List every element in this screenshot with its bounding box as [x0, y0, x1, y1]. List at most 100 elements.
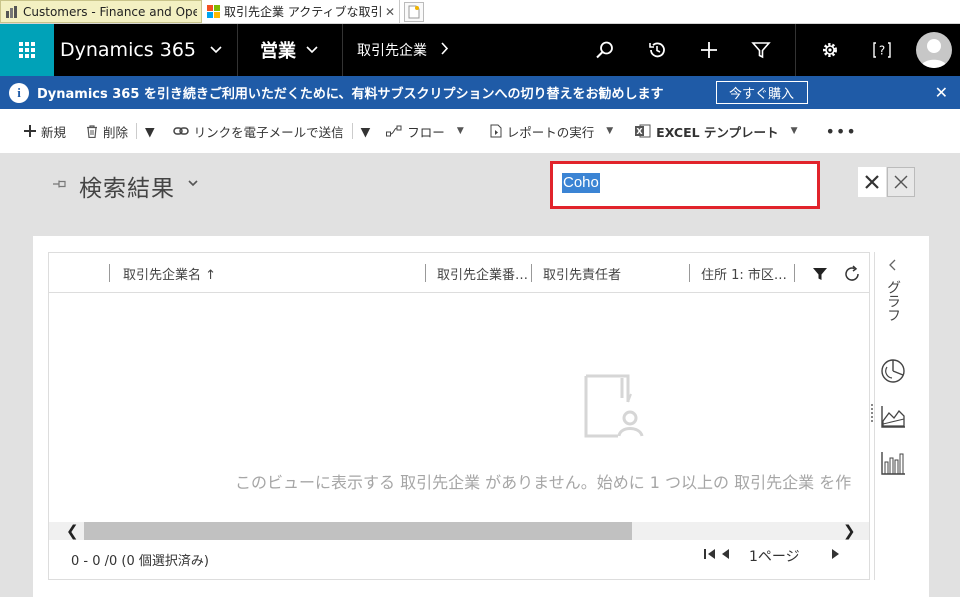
settings-button[interactable]	[804, 24, 856, 76]
expand-chart-pane-button[interactable]	[875, 258, 911, 272]
close-tab-icon[interactable]: ✕	[385, 5, 395, 19]
refresh-button[interactable]	[841, 263, 863, 285]
chart-pane-label: グラフ	[885, 280, 901, 322]
excel-icon: X	[635, 124, 651, 138]
search-icon	[596, 41, 613, 59]
pie-chart-button[interactable]	[875, 358, 911, 384]
page-title[interactable]: 検索結果	[79, 169, 175, 203]
run-report-button[interactable]: レポートの実行 ▼	[490, 109, 613, 153]
horizontal-scrollbar[interactable]: ❮ ❯	[49, 522, 869, 540]
column-header-account-number[interactable]: 取引先企業番…	[437, 263, 528, 283]
microsoft-logo-icon	[206, 5, 220, 19]
chevron-down-icon[interactable]: ▼	[361, 124, 371, 139]
app-brand-menu[interactable]: Dynamics 365	[54, 24, 238, 76]
chevron-left-icon	[889, 259, 896, 271]
pin-icon[interactable]	[52, 178, 68, 192]
delete-label: 削除	[103, 124, 129, 140]
page-number: 1ページ	[749, 549, 800, 565]
advanced-find-button[interactable]	[735, 24, 787, 76]
filter-toggle-button[interactable]	[809, 263, 831, 285]
new-tab-button[interactable]	[404, 2, 424, 22]
excel-templates-button[interactable]: X EXCEL テンプレート ▼	[635, 109, 797, 153]
command-bar: 新規 削除 ▼ リンクを電子メールで送信 ▼ フロー ▼ レポートの実行 ▼ X…	[0, 109, 960, 153]
close-search-button[interactable]	[887, 167, 915, 197]
more-commands-button[interactable]: •••	[825, 122, 856, 141]
records-grid: 取引先企業名 ↑ 取引先企業番… 取引先責任者 住所 1: 市区… このビューに…	[48, 252, 870, 580]
plus-icon	[24, 125, 36, 137]
browser-tab-strip: Customers - Finance and Oper... 取引先企業 アク…	[0, 0, 960, 24]
scroll-left-icon[interactable]: ❮	[66, 522, 79, 540]
email-link-button[interactable]: リンクを電子メールで送信	[172, 109, 344, 153]
app-launcher-button[interactable]	[0, 24, 54, 76]
flow-icon	[386, 125, 402, 137]
column-divider	[794, 264, 795, 282]
pagination: 1ページ	[703, 546, 844, 566]
record-count-status: 0 - 0 /0 (0 個選択済み)	[71, 554, 209, 569]
browser-tab-title: 取引先企業 アクティブな取引...	[224, 5, 381, 19]
previous-page-icon[interactable]	[721, 547, 731, 565]
scrollbar-thumb[interactable]	[84, 522, 632, 540]
history-icon	[649, 42, 665, 58]
search-button[interactable]	[579, 24, 631, 76]
run-report-label: レポートの実行	[506, 124, 595, 140]
chart-pane-label-container: グラフ	[875, 280, 911, 322]
new-tab-icon	[408, 5, 420, 19]
info-icon: i	[9, 82, 29, 103]
chevron-down-icon: ▼	[456, 126, 464, 136]
email-link-label: リンクを電子メールで送信	[193, 124, 344, 140]
new-button[interactable]: 新規	[24, 109, 66, 153]
plus-icon	[701, 42, 717, 58]
bar-chart-button[interactable]	[875, 450, 911, 476]
column-divider	[109, 264, 110, 282]
brand-name: Dynamics 365	[60, 39, 196, 61]
filter-icon	[751, 42, 771, 59]
entity-name: 取引先企業	[357, 43, 427, 59]
recent-items-button[interactable]	[631, 24, 683, 76]
area-chart-button[interactable]	[875, 405, 911, 429]
column-header-primary-contact[interactable]: 取引先責任者	[543, 263, 621, 283]
grid-header: 取引先企業名 ↑ 取引先企業番… 取引先責任者 住所 1: 市区…	[49, 253, 869, 293]
chart-pane: グラフ	[874, 252, 910, 580]
delete-button[interactable]: 削除	[86, 109, 128, 153]
search-selected-text: Coho	[562, 173, 600, 193]
close-icon	[894, 175, 908, 189]
svg-text:X: X	[637, 127, 644, 136]
clear-search-button[interactable]	[858, 167, 886, 197]
link-icon	[172, 126, 189, 136]
help-icon: ?	[873, 42, 891, 58]
nav-divider	[795, 24, 796, 76]
buy-now-button[interactable]: 今すぐ購入	[715, 81, 808, 104]
chevron-down-icon[interactable]: ▼	[145, 124, 155, 139]
refresh-icon	[845, 265, 859, 281]
user-avatar[interactable]	[916, 32, 952, 68]
close-notification-icon[interactable]: ✕	[935, 83, 948, 102]
quick-create-button[interactable]	[683, 24, 735, 76]
chevron-down-icon[interactable]	[188, 177, 198, 190]
chevron-down-icon: ▼	[790, 126, 798, 136]
area-menu[interactable]: 営業	[238, 24, 343, 76]
clear-icon	[865, 175, 879, 189]
first-page-icon[interactable]	[703, 547, 717, 565]
waffle-icon	[19, 42, 35, 58]
column-header-address-city[interactable]: 住所 1: 市区…	[701, 263, 787, 283]
user-avatar-icon	[920, 39, 948, 68]
empty-view-icon	[584, 374, 646, 444]
new-label: 新規	[41, 124, 67, 140]
nav-icon-group: ?	[579, 24, 960, 76]
entity-breadcrumb[interactable]: 取引先企業	[343, 24, 573, 76]
browser-tab-customers[interactable]: Customers - Finance and Oper...	[0, 0, 202, 23]
excel-templates-label: EXCEL テンプレート	[656, 124, 779, 140]
column-divider	[531, 264, 532, 282]
area-name: 営業	[260, 41, 296, 62]
trial-notification-bar: i Dynamics 365 を引き続きご利用いただくために、有料サブスクリプシ…	[0, 76, 960, 109]
flow-button[interactable]: フロー ▼	[386, 109, 464, 153]
dynamics-tab-icon	[5, 5, 19, 19]
browser-tab-accounts[interactable]: 取引先企業 アクティブな取引... ✕	[202, 0, 400, 23]
column-header-account-name[interactable]: 取引先企業名 ↑	[123, 263, 216, 283]
filter-icon	[813, 268, 827, 280]
next-page-icon[interactable]	[830, 547, 840, 565]
trash-icon	[86, 124, 98, 138]
help-button[interactable]: ?	[856, 24, 908, 76]
scroll-right-icon[interactable]: ❯	[843, 522, 856, 540]
notification-message: Dynamics 365 を引き続きご利用いただくために、有料サブスクリプション…	[37, 87, 664, 102]
